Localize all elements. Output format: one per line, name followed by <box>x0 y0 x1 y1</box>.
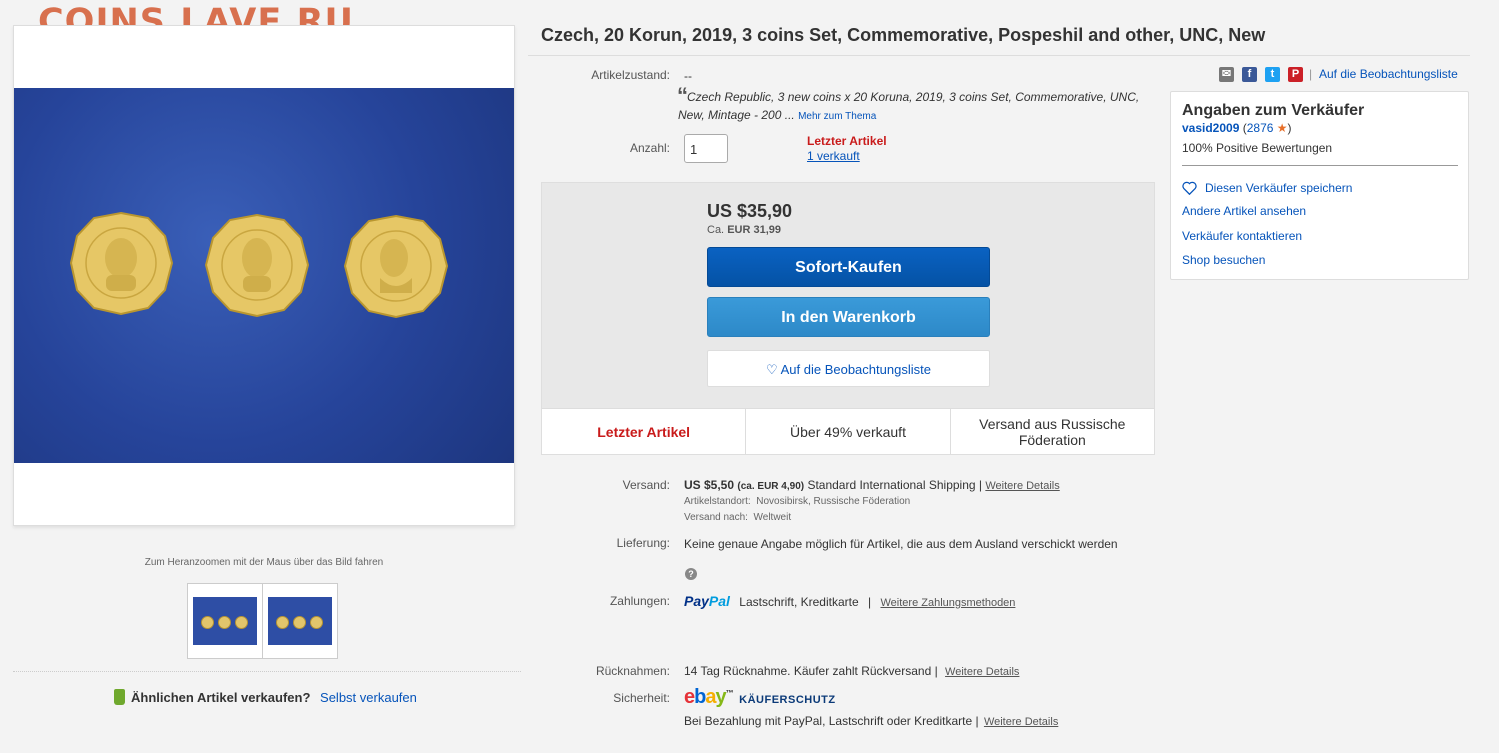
shipping-details-link[interactable]: Weitere Details <box>985 480 1059 492</box>
returns-text: 14 Tag Rücknahme. Käufer zahlt Rückversa… <box>684 664 938 678</box>
seller-name-row: vasid2009 (2876 ★) <box>1182 121 1292 135</box>
returns-details-link[interactable]: Weitere Details <box>945 666 1019 678</box>
title-divider <box>528 55 1470 56</box>
price-approx-prefix: Ca. <box>707 224 725 236</box>
security-label: Sicherheit: <box>613 691 670 705</box>
location-label: Artikelstandort: <box>684 496 751 507</box>
seller-name-link[interactable]: vasid2009 <box>1182 121 1239 135</box>
coin-2 <box>204 213 310 318</box>
visit-shop-link[interactable]: Shop besuchen <box>1182 253 1265 267</box>
thumbnail-2[interactable] <box>262 583 338 659</box>
paypal-logo: PayPal <box>684 593 730 609</box>
seller-info-box: Angaben zum Verkäufer vasid2009 (2876 ★)… <box>1170 91 1469 280</box>
buyer-protection-text: KÄUFERSCHUTZ <box>739 694 836 706</box>
payment-methods: Lastschrift, Kreditkarte <box>739 595 859 609</box>
item-stats: Letzter Artikel Über 49% verkauft Versan… <box>542 408 1154 454</box>
security-text: Bei Bezahlung mit PayPal, Lastschrift od… <box>684 714 979 728</box>
more-payment-methods-link[interactable]: Weitere Zahlungsmethoden <box>880 597 1015 609</box>
shipping-approx: (ca. EUR 4,90) <box>737 481 805 492</box>
add-to-watchlist-button[interactable]: ♡ Auf die Beobachtungsliste <box>707 350 990 387</box>
buy-now-button[interactable]: Sofort-Kaufen <box>707 247 990 287</box>
seller-heading: Angaben zum Verkäufer <box>1182 102 1365 119</box>
condition-description: Czech Republic, 3 new coins x 20 Koruna,… <box>678 88 1148 126</box>
condition-text: Czech Republic, 3 new coins x 20 Koruna,… <box>678 90 1140 122</box>
location-value: Novosibirsk, Russische Föderation <box>756 496 911 507</box>
payment-label: Zahlungen: <box>609 594 670 608</box>
score-close: ) <box>1287 121 1292 135</box>
watchlist-link[interactable]: Auf die Beobachtungsliste <box>1319 67 1458 81</box>
item-location: Artikelstandort: Novosibirsk, Russische … <box>684 496 910 507</box>
quantity-label: Anzahl: <box>629 141 670 155</box>
sell-similar-question: Ähnlichen Artikel verkaufen? <box>131 690 311 705</box>
email-icon[interactable]: ✉ <box>1219 67 1234 82</box>
last-item-note: Letzter Artikel <box>807 134 887 148</box>
buy-box: US $35,90 Ca. EUR 31,99 Sofort-Kaufen In… <box>541 182 1155 455</box>
condition-label: Artikelzustand: <box>591 68 670 82</box>
delivery-label: Lieferung: <box>616 536 670 550</box>
seller-divider <box>1182 165 1458 166</box>
stat-ships-from: Versand aus Russische Föderation <box>979 415 1126 448</box>
pinterest-icon[interactable]: P <box>1288 67 1303 82</box>
page-title: Czech, 20 Korun, 2019, 3 coins Set, Comm… <box>541 25 1266 45</box>
price: US $35,90 <box>707 201 793 221</box>
main-photo-frame[interactable] <box>13 25 515 526</box>
positive-feedback: 100% Positive Bewertungen <box>1182 141 1333 155</box>
delivery-text: Keine genaue Angabe möglich für Artikel,… <box>684 537 1118 551</box>
save-seller-label: Diesen Verkäufer speichern <box>1205 181 1353 195</box>
stat-sold-percent: Über 49% verkauft <box>746 409 951 454</box>
heart-icon: ♡ <box>766 362 778 377</box>
star-icon: ★ <box>1276 121 1288 135</box>
coin-3 <box>343 214 449 319</box>
facebook-icon[interactable]: f <box>1242 67 1257 82</box>
price-approx-value: EUR 31,99 <box>727 224 781 236</box>
main-product-photo[interactable] <box>14 88 514 463</box>
ships-to-label: Versand nach: <box>684 512 748 523</box>
ebay-logo: ebay™ KÄUFERSCHUTZ <box>684 686 836 708</box>
share-separator: | <box>1309 67 1313 81</box>
returns-label: Rücknahmen: <box>595 664 670 678</box>
feedback-score-link[interactable]: 2876 <box>1247 121 1274 135</box>
sell-yourself-link[interactable]: Selbst verkaufen <box>320 690 417 705</box>
shipping-row: US $5,50 (ca. EUR 4,90) Standard Interna… <box>684 478 1060 492</box>
other-items-link[interactable]: Andere Artikel ansehen <box>1182 204 1306 218</box>
zoom-hint: Zum Heranzoomen mit der Maus über das Bi… <box>144 557 384 568</box>
condition-ellipsis: ... <box>784 108 795 122</box>
watch-label: Auf die Beobachtungsliste <box>780 362 931 377</box>
help-icon[interactable]: ? <box>685 568 697 580</box>
ships-to-value: Weltweit <box>753 512 792 523</box>
heart-icon <box>1182 181 1197 196</box>
save-seller-link[interactable]: Diesen Verkäufer speichern <box>1182 181 1353 196</box>
twitter-icon[interactable]: t <box>1265 67 1280 82</box>
shipping-method: Standard International Shipping | <box>807 478 983 492</box>
stat-last-item: Letzter Artikel <box>542 409 747 454</box>
contact-seller-link[interactable]: Verkäufer kontaktieren <box>1182 229 1302 243</box>
payment-separator: | <box>868 595 872 609</box>
thumbnail-1[interactable] <box>187 583 263 659</box>
ships-to: Versand nach: Weltweit <box>684 512 791 523</box>
price-tag-icon <box>114 689 125 705</box>
add-to-cart-button[interactable]: In den Warenkorb <box>707 297 990 337</box>
sold-count-link[interactable]: 1 verkauft <box>807 149 860 163</box>
security-row: Bei Bezahlung mit PayPal, Lastschrift od… <box>684 714 1058 728</box>
price-conversion: Ca. EUR 31,99 <box>707 224 781 236</box>
shipping-price: US $5,50 <box>684 478 735 492</box>
returns-row: 14 Tag Rücknahme. Käufer zahlt Rückversa… <box>684 664 1019 678</box>
sell-similar-row: Ähnlichen Artikel verkaufen? Selbst verk… <box>114 689 417 705</box>
payment-row: PayPal Lastschrift, Kreditkarte | Weiter… <box>684 593 1015 609</box>
more-about-topic-link[interactable]: Mehr zum Thema <box>798 111 876 122</box>
coin-1 <box>69 211 174 316</box>
quantity-input[interactable]: 1 <box>684 134 728 163</box>
security-details-link[interactable]: Weitere Details <box>984 716 1058 728</box>
divider <box>13 671 521 672</box>
condition-value: -- <box>684 69 692 83</box>
shipping-label: Versand: <box>622 478 670 492</box>
